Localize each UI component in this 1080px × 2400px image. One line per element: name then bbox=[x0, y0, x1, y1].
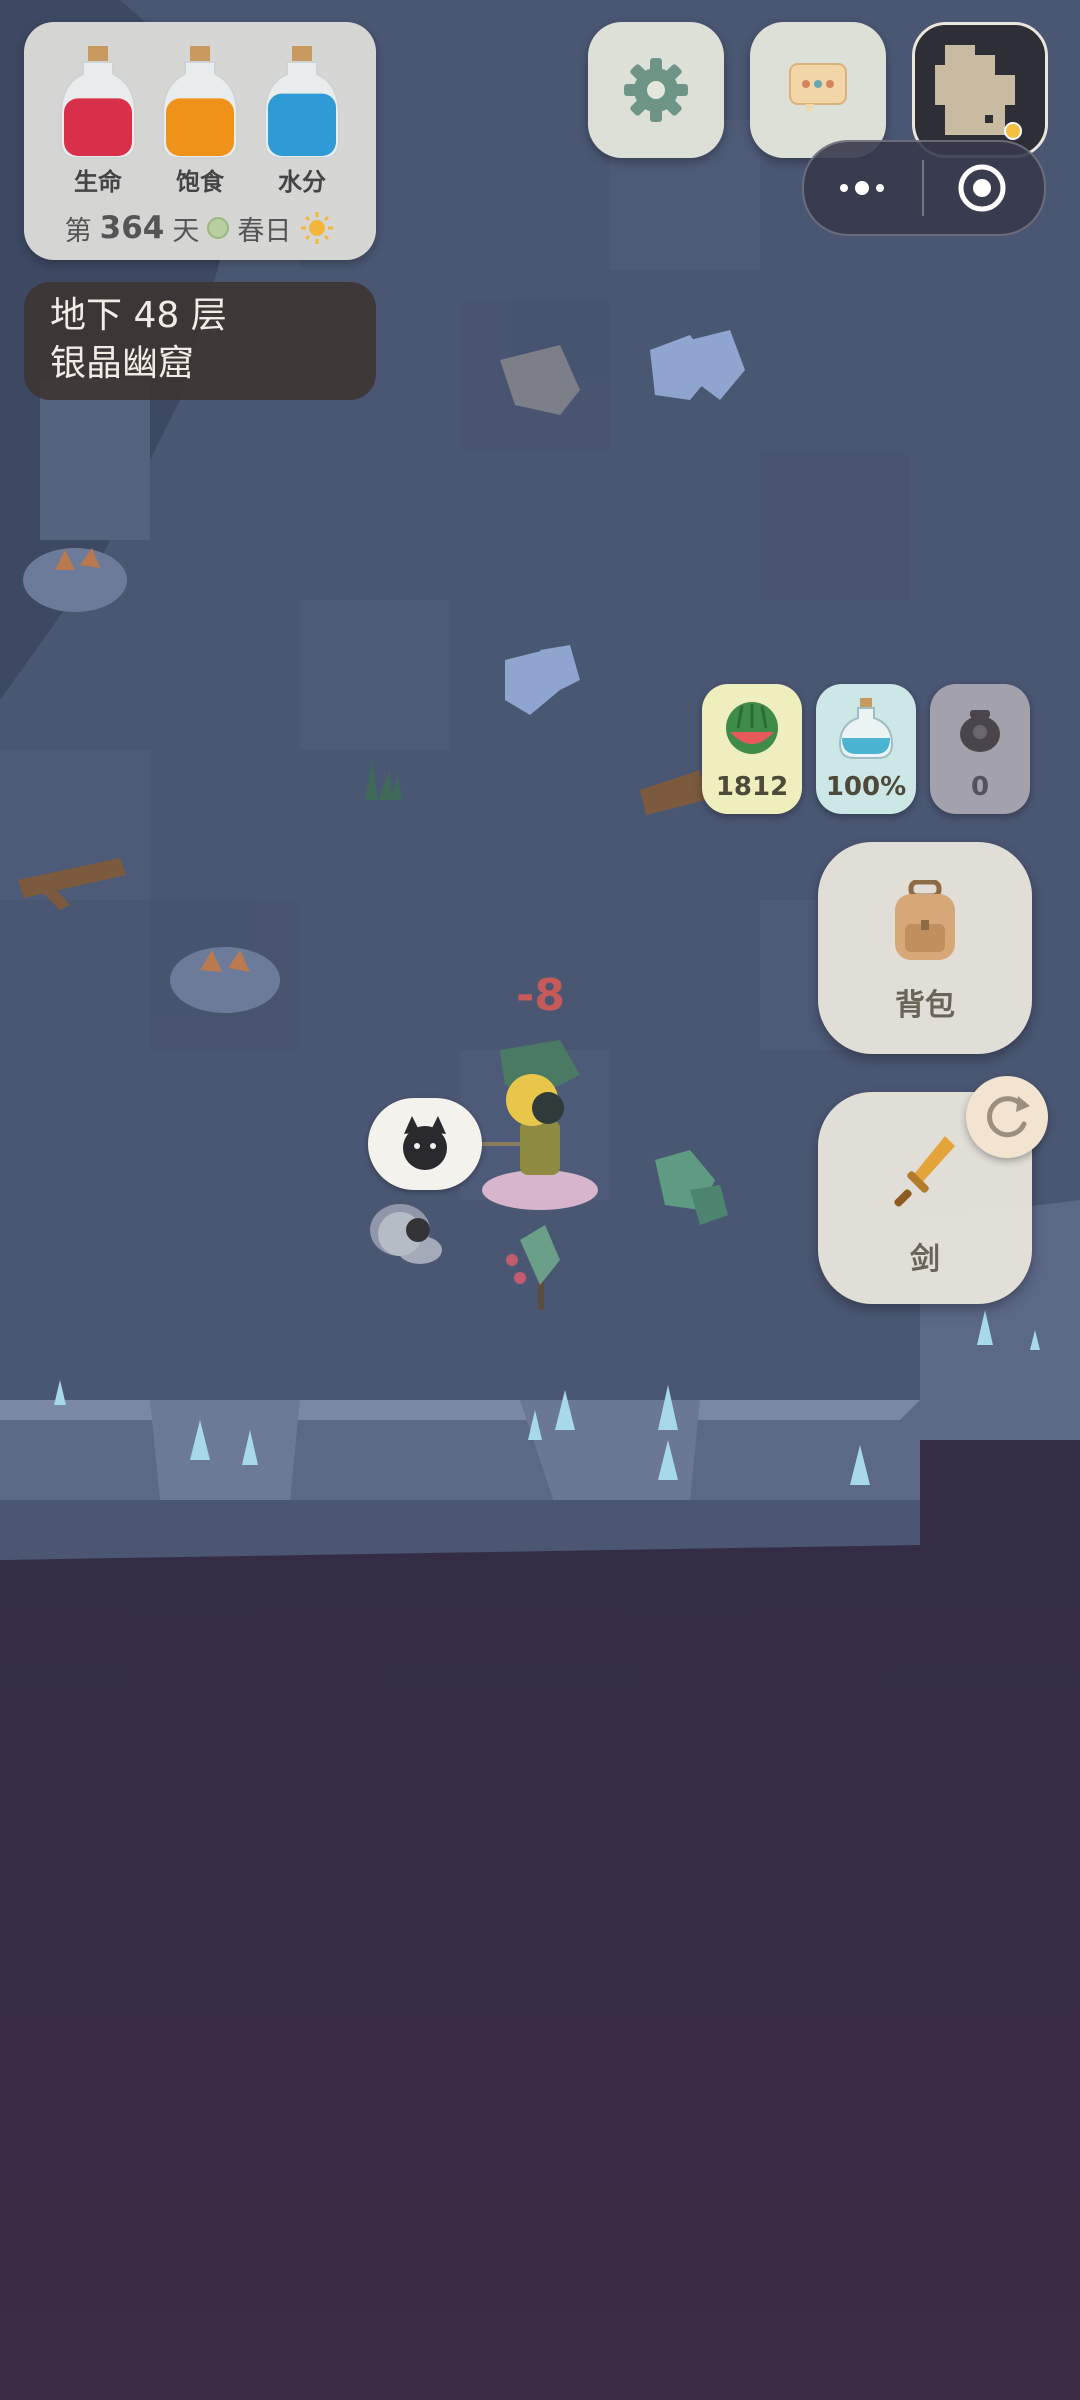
backpack-icon bbox=[895, 880, 955, 960]
miniprogram-capsule bbox=[802, 140, 1046, 236]
water-label: 水分 bbox=[278, 168, 326, 196]
sun-icon bbox=[301, 212, 334, 244]
close-miniprogram-button[interactable] bbox=[954, 160, 1010, 216]
day-number: 364 bbox=[99, 210, 165, 246]
water-bottle-icon bbox=[264, 46, 340, 159]
water-bottle-icon bbox=[838, 698, 894, 759]
weapon-label: 剑 bbox=[910, 1242, 940, 1277]
water-percent: 100% bbox=[825, 772, 907, 802]
hunger-label: 饱食 bbox=[176, 168, 224, 196]
health-label: 生命 bbox=[74, 168, 122, 196]
health-bottle-icon bbox=[60, 46, 136, 159]
watermelon-resource[interactable]: 1812 bbox=[702, 684, 802, 814]
pot-resource[interactable]: 0 bbox=[930, 684, 1030, 814]
swap-weapon-button[interactable] bbox=[966, 1076, 1048, 1158]
day-prefix: 第 bbox=[64, 215, 92, 247]
season-dot-icon bbox=[207, 217, 230, 239]
water-resource[interactable]: 100% bbox=[816, 684, 916, 814]
pot-count: 0 bbox=[970, 772, 990, 802]
floor-label: 地下 48 层 bbox=[50, 295, 227, 336]
more-dots-icon bbox=[840, 181, 884, 195]
capsule-divider bbox=[922, 160, 924, 216]
chat-button[interactable] bbox=[750, 22, 886, 158]
enemy-creature[interactable] bbox=[368, 1200, 448, 1270]
area-name: 银晶幽窟 bbox=[50, 343, 195, 384]
minimap[interactable] bbox=[912, 22, 1048, 158]
refresh-icon bbox=[987, 1096, 1030, 1138]
status-panel: 生命 饱食 水分 第 364 天 春日 bbox=[24, 22, 376, 260]
day-row: 第 364 天 春日 bbox=[24, 208, 376, 248]
backpack-button[interactable]: 背包 bbox=[818, 842, 1032, 1054]
hunger-bottle-icon bbox=[162, 46, 238, 159]
watermelon-icon bbox=[726, 702, 778, 754]
black-cat-icon bbox=[403, 1116, 447, 1170]
player-character[interactable] bbox=[470, 1060, 610, 1220]
watermelon-count: 1812 bbox=[715, 772, 789, 802]
minimap-map bbox=[915, 25, 1045, 155]
backpack-label: 背包 bbox=[895, 988, 955, 1023]
day-suffix: 天 bbox=[172, 215, 200, 247]
target-circle-icon bbox=[958, 164, 1006, 212]
pot-icon bbox=[960, 710, 1000, 752]
sword-icon bbox=[894, 1136, 955, 1207]
chat-bubble-icon bbox=[789, 63, 847, 114]
season-label: 春日 bbox=[237, 215, 292, 247]
more-menu-button[interactable] bbox=[832, 170, 892, 206]
gear-icon bbox=[624, 58, 688, 122]
damage-number: -8 bbox=[516, 970, 565, 1021]
location-panel: 地下 48 层 银晶幽窟 bbox=[24, 282, 376, 400]
settings-button[interactable] bbox=[588, 22, 724, 158]
enemy-speech-bubble bbox=[368, 1098, 482, 1190]
